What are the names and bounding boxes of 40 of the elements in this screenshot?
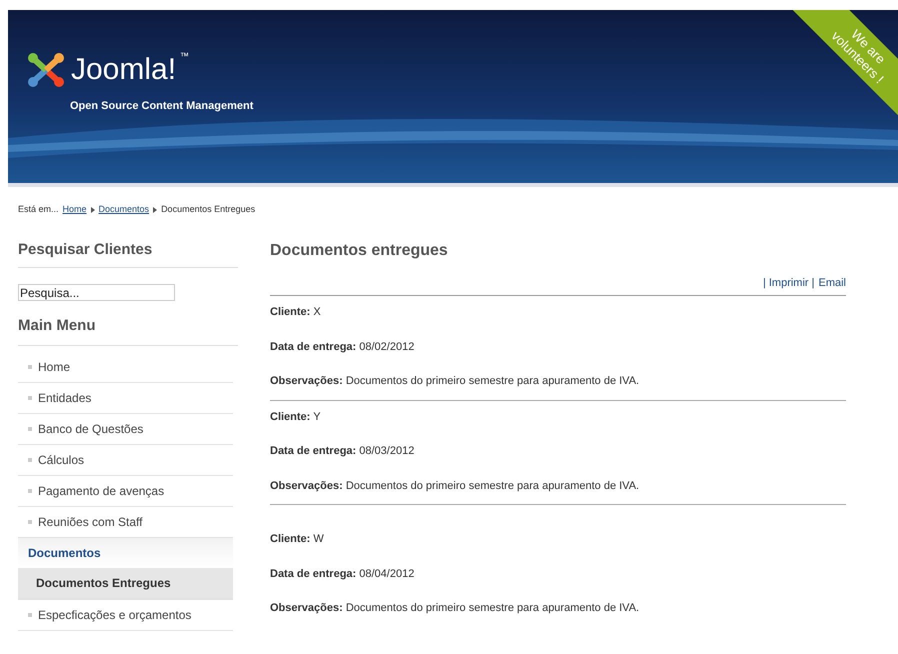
- logo-icon: [25, 50, 67, 90]
- bullet-icon: [28, 613, 32, 617]
- record-field: Data de entrega: 08/02/2012: [270, 338, 846, 355]
- record-field: Observações: Documentos do primeiro semestre para apuramento de IVA.: [270, 600, 846, 616]
- menu-item[interactable]: Pagamento de avenças: [18, 476, 233, 506]
- bullet-icon: [28, 520, 32, 524]
- record-field: Data de entrega: 08/03/2012: [270, 443, 846, 460]
- record-field: Cliente: W: [270, 531, 846, 548]
- menu-item[interactable]: Home: [18, 352, 233, 382]
- record-field: Observações: Documentos do primeiro semestre para apuramento de IVA.: [270, 373, 846, 390]
- breadcrumb-label: Está em...: [18, 203, 59, 216]
- search-field[interactable]: Pesquisa...: [18, 284, 175, 301]
- action-link[interactable]: Email: [818, 274, 846, 291]
- menu-item[interactable]: Especficações e orçamentos: [18, 600, 233, 630]
- bullet-icon: [28, 396, 32, 400]
- bullet-icon: [28, 458, 32, 462]
- sidebar-heading: Pesquisar Clientes: [18, 238, 238, 268]
- record-field: Data de entrega: 08/04/2012: [270, 566, 846, 582]
- trademark: ™: [180, 50, 190, 63]
- breadcrumb-link[interactable]: Home: [62, 203, 87, 216]
- menu-item[interactable]: Reuniões com Staff: [18, 507, 233, 537]
- menu-item[interactable]: Banco de Questões: [18, 414, 233, 444]
- page-title: Documentos entregues: [270, 240, 449, 260]
- logo-text: Joomla!: [71, 55, 176, 85]
- sidebar-heading: Main Menu: [18, 314, 238, 346]
- tagline: Open Source Content Management: [70, 99, 254, 114]
- breadcrumb-current: Documentos Entregues: [161, 203, 256, 216]
- record-field: Cliente: Y: [270, 408, 846, 425]
- record-field: Cliente: X: [270, 304, 846, 320]
- bullet-icon: [28, 365, 32, 369]
- breadcrumb-link[interactable]: Documentos: [98, 203, 150, 216]
- menu-item[interactable]: Entidades: [18, 383, 233, 413]
- breadcrumb-arrow-icon: [90, 206, 95, 213]
- submenu-item[interactable]: Documentos Entregues: [18, 568, 233, 598]
- action-link[interactable]: | Imprimir |: [762, 274, 814, 291]
- menu-item[interactable]: Cálculos: [18, 445, 233, 475]
- bullet-icon: [28, 489, 32, 493]
- breadcrumb-arrow-icon: [153, 206, 158, 213]
- bullet-icon: [28, 427, 32, 431]
- record-field: Observações: Documentos do primeiro semestre para apuramento de IVA.: [270, 478, 846, 494]
